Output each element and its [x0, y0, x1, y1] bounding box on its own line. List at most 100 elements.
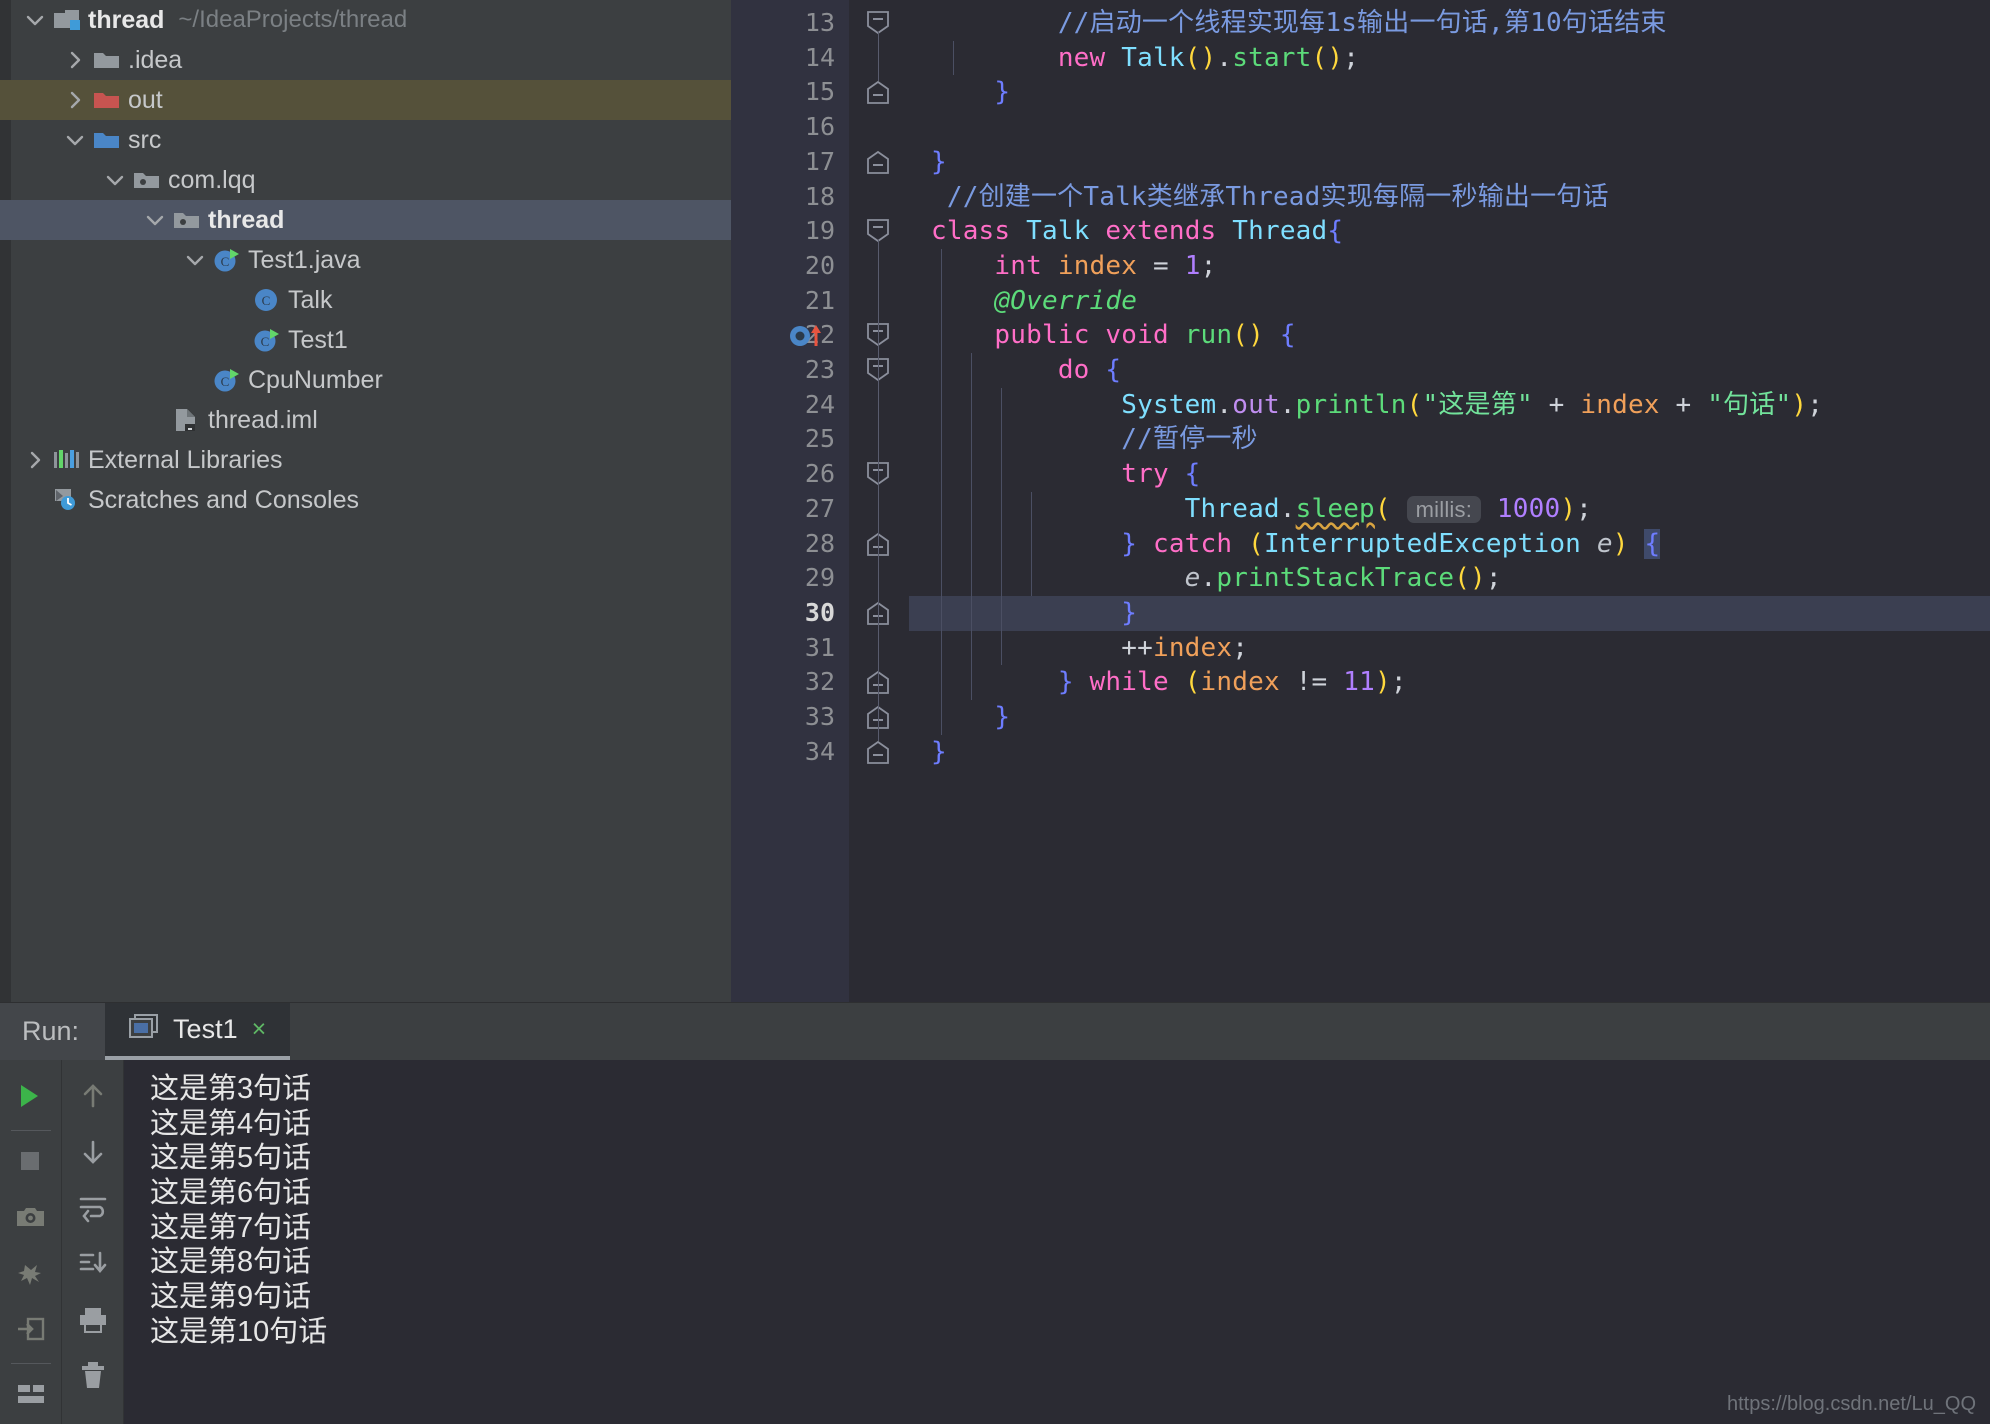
chevron-right-icon[interactable] [20, 451, 50, 470]
tree-item-label: Test1 [288, 325, 348, 354]
tree-item-label: out [128, 85, 163, 114]
folder-icon [90, 48, 124, 72]
chevron-down-icon[interactable] [140, 211, 170, 230]
code-folding-column[interactable] [849, 0, 909, 1002]
code-line-25[interactable]: //暂停一秒 [931, 422, 1258, 457]
tree-item-com-lqq[interactable]: com.lqq [0, 160, 731, 200]
scratches-icon [50, 487, 84, 513]
debug-button[interactable] [0, 1247, 62, 1303]
camera-button[interactable] [0, 1191, 62, 1247]
code-line-32[interactable]: } while (index != 11); [931, 665, 1407, 700]
chevron-right-icon[interactable] [60, 91, 90, 110]
code-line-22[interactable]: public void run() { [931, 318, 1296, 353]
tree-item-label: src [128, 125, 162, 154]
java-class-icon: C [250, 288, 284, 312]
console-line: 这是第7句话 [150, 1211, 312, 1244]
code-line-24[interactable]: System.out.println("这是第" + index + "句话")… [931, 388, 1823, 423]
code-line-13[interactable]: //启动一个线程实现每1s输出一句话,第10句话结束 [931, 6, 1667, 41]
fold-marker-line-34[interactable] [867, 740, 889, 764]
code-line-33[interactable]: } [931, 700, 1010, 735]
code-line-21[interactable]: @Override [931, 284, 1137, 319]
fold-marker-line-17[interactable] [867, 150, 889, 174]
tree-item-thread[interactable]: thread [0, 200, 731, 240]
tree-item-test1[interactable]: C Test1 [0, 320, 731, 360]
line-number-30: 30 [804, 597, 835, 627]
libraries-icon [50, 448, 84, 472]
run-toolbar-secondary[interactable] [62, 1060, 124, 1424]
line-number-16: 16 [804, 112, 835, 142]
tree-item-thread[interactable]: thread ~/IdeaProjects/thread [0, 0, 731, 40]
chevron-down-icon[interactable] [100, 171, 130, 190]
tree-item-external-libraries[interactable]: External Libraries [0, 440, 731, 480]
export-icon [16, 1315, 46, 1348]
console-line: 这是第9句话 [150, 1281, 312, 1314]
tree-item-test1-java[interactable]: C Test1.java [0, 240, 731, 280]
export-button[interactable] [0, 1303, 62, 1359]
trash-button[interactable] [62, 1350, 124, 1406]
code-line-29[interactable]: e.printStackTrace(); [931, 561, 1502, 596]
tree-item-thread-iml[interactable]: thread.iml [0, 400, 731, 440]
java-runnable-icon: C [250, 328, 284, 352]
code-line-20[interactable]: int index = 1; [931, 249, 1216, 284]
chevron-down-icon[interactable] [20, 11, 50, 30]
tree-item-cpunumber[interactable]: C CpuNumber [0, 360, 731, 400]
indent-guide [971, 353, 972, 700]
line-number-26: 26 [804, 459, 835, 489]
code-line-34[interactable]: } [931, 735, 947, 770]
rerun-button[interactable] [0, 1070, 62, 1126]
tree-item-talk[interactable]: C Talk [0, 280, 731, 320]
line-number-15: 15 [804, 77, 835, 107]
chevron-down-icon[interactable] [180, 251, 210, 270]
fold-marker-line-15[interactable] [867, 80, 889, 105]
code-line-23[interactable]: do { [931, 353, 1121, 388]
svg-text:C: C [221, 254, 230, 269]
project-tool-window[interactable]: thread ~/IdeaProjects/thread .idea out src c… [0, 0, 731, 1002]
java-runnable-icon: C [210, 368, 244, 392]
stop-button[interactable] [0, 1135, 62, 1191]
stop-icon [16, 1147, 46, 1180]
code-line-15[interactable]: } [931, 75, 1010, 110]
arrow-up-icon [78, 1082, 108, 1115]
tree-item--idea[interactable]: .idea [0, 40, 731, 80]
console-line: 这是第8句话 [150, 1246, 312, 1279]
console-line: 这是第10句话 [150, 1315, 328, 1348]
editor-gutter[interactable]: 13 14 15 16 17 18 19 20 21 22 23 24 25 26 27 28 29 30 31 32… [731, 0, 849, 1002]
print-button[interactable] [62, 1294, 124, 1350]
java-runnable-icon: C [210, 248, 244, 272]
chevron-right-icon[interactable] [60, 51, 90, 70]
tree-item-label: Scratches and Consoles [88, 485, 359, 514]
code-line-30[interactable]: } [931, 596, 1137, 631]
top-area: thread ~/IdeaProjects/thread .idea out src c… [0, 0, 1990, 1002]
tree-item-label: thread [88, 5, 165, 34]
arrow-down-button[interactable] [62, 1126, 124, 1182]
line-number-31: 31 [804, 632, 835, 662]
code-line-18[interactable]: //创建一个Talk类继承Thread实现每隔一秒输出一句话 [931, 180, 1609, 215]
tree-item-src[interactable]: src [0, 120, 731, 160]
tree-item-out[interactable]: out [0, 80, 731, 120]
console-line: 这是第4句话 [150, 1107, 312, 1140]
run-tab-bar: Run: Test1 × [0, 1002, 1990, 1060]
code-line-14[interactable]: new Talk().start(); [931, 41, 1359, 76]
project-tree[interactable]: thread ~/IdeaProjects/thread .idea out src c… [0, 0, 731, 520]
code-text-area[interactable]: //启动一个线程实现每1s输出一句话,第10句话结束 new Talk().st… [909, 0, 1990, 1002]
chevron-down-icon[interactable] [60, 131, 90, 150]
tree-item-path: ~/IdeaProjects/thread [178, 6, 408, 33]
console-output[interactable]: 这是第3句话 这是第4句话 这是第5句话 这是第6句话 这是第7句话 这是第8句话 这是第9… [124, 1060, 1990, 1424]
code-line-17[interactable]: } [931, 145, 947, 180]
code-line-31[interactable]: ++index; [931, 631, 1248, 666]
tree-item-scratches-and-consoles[interactable]: Scratches and Consoles [0, 480, 731, 520]
code-editor[interactable]: 13 14 15 16 17 18 19 20 21 22 23 24 25 26 27 28 29 30 31 32… [731, 0, 1990, 1002]
scroll-to-end-button[interactable] [62, 1238, 124, 1294]
run-toolbar-primary[interactable] [0, 1060, 62, 1424]
override-method-icon[interactable] [789, 321, 825, 356]
arrow-up-button[interactable] [62, 1070, 124, 1126]
fold-region-line [878, 483, 879, 602]
run-tab-test1[interactable]: Test1 × [105, 1003, 291, 1060]
soft-wrap-button[interactable] [62, 1182, 124, 1238]
layout-button[interactable] [0, 1368, 62, 1424]
code-line-28[interactable]: } catch (InterruptedException e) { [931, 527, 1661, 562]
code-line-19[interactable]: class Talk extends Thread{ [931, 214, 1343, 249]
console-line: 这是第3句话 [150, 1073, 312, 1105]
line-number-14: 14 [804, 42, 835, 72]
close-icon[interactable]: × [252, 1017, 267, 1042]
